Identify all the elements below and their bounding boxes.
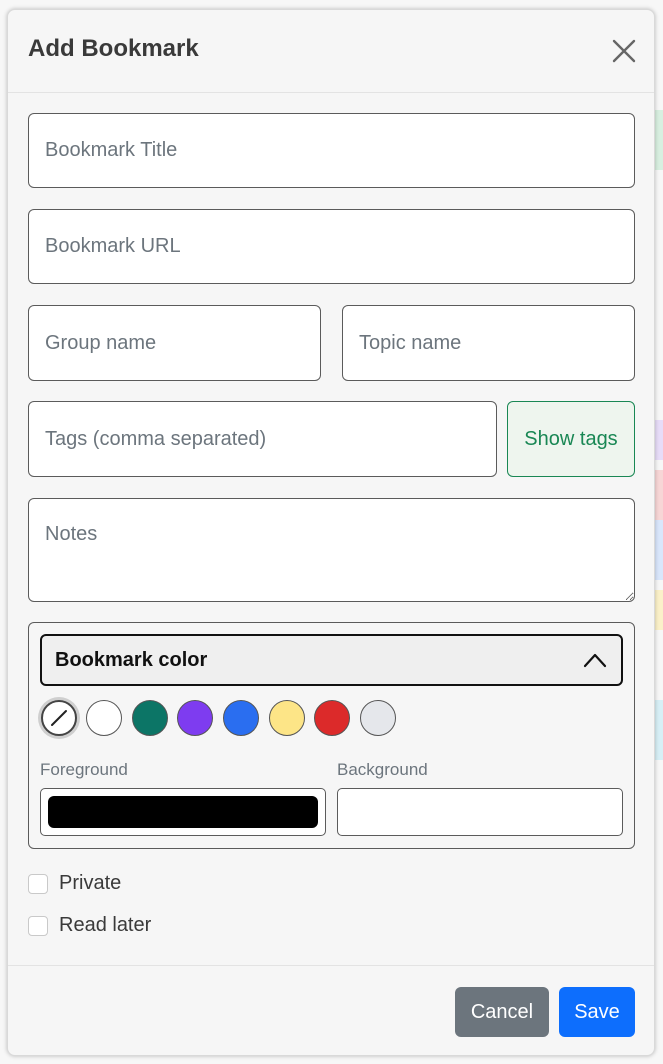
color-swatch-white[interactable] (86, 700, 122, 736)
background-app-fragment (655, 420, 663, 460)
color-swatch-yellow[interactable] (269, 700, 305, 736)
color-swatch-red[interactable] (314, 700, 350, 736)
read-later-checkbox[interactable] (28, 916, 48, 936)
no-color-icon (51, 710, 67, 726)
bookmark-color-panel: Bookmark color Foreground Background (28, 622, 635, 849)
background-app-fragment (655, 520, 663, 580)
color-swatch-teal[interactable] (132, 700, 168, 736)
chevron-up-icon (583, 653, 607, 668)
topic-name-input[interactable] (342, 305, 635, 381)
dialog-title: Add Bookmark (28, 35, 199, 62)
notes-textarea[interactable] (28, 498, 635, 602)
group-name-input[interactable] (28, 305, 321, 381)
background-app-fragment (655, 110, 663, 170)
background-app-fragment (655, 700, 663, 760)
foreground-color-fill (48, 796, 318, 828)
save-button[interactable]: Save (559, 987, 635, 1037)
bookmark-url-input[interactable] (28, 209, 635, 284)
bookmark-title-input[interactable] (28, 113, 635, 188)
private-label: Private (59, 872, 122, 894)
cancel-button[interactable]: Cancel (455, 987, 549, 1037)
tags-input[interactable] (28, 401, 497, 477)
color-swatch-none[interactable] (41, 700, 77, 736)
color-swatch-blue[interactable] (223, 700, 259, 736)
background-app-fragment (655, 470, 663, 520)
dialog-header: Add Bookmark (8, 10, 654, 93)
foreground-label: Foreground (40, 760, 128, 779)
color-swatch-gray[interactable] (360, 700, 396, 736)
background-label: Background (337, 760, 428, 779)
bookmark-color-toggle[interactable]: Bookmark color (40, 634, 623, 686)
background-color-picker[interactable] (337, 788, 623, 836)
color-swatch-purple[interactable] (177, 700, 213, 736)
close-button[interactable] (610, 37, 638, 65)
private-checkbox[interactable] (28, 874, 48, 894)
bookmark-color-label: Bookmark color (55, 648, 208, 671)
show-tags-button[interactable]: Show tags (507, 401, 635, 477)
dialog-footer: Cancel Save (8, 965, 654, 1055)
close-icon (612, 39, 636, 63)
add-bookmark-dialog: Add Bookmark Show tags Bookmark color (7, 9, 655, 1056)
background-app-fragment (655, 590, 663, 630)
read-later-label: Read later (59, 914, 152, 936)
foreground-color-picker[interactable] (40, 788, 326, 836)
